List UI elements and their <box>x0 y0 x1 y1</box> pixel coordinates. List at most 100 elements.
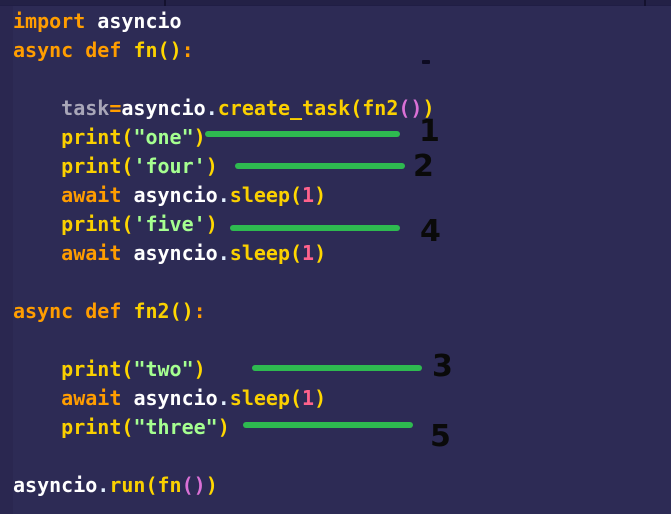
annotation-underline <box>205 131 400 137</box>
code-token-string: "two" <box>133 357 194 381</box>
code-token-bracket1: ( <box>121 415 134 439</box>
code-token-function: print <box>61 212 122 236</box>
code-line: await asyncio.sleep(1) <box>13 384 671 413</box>
code-token-bracket1: ( <box>350 96 363 120</box>
annotation-number: 2 <box>413 149 434 184</box>
code-token-keyword: async <box>13 299 74 323</box>
code-token-accessor: . <box>217 241 230 265</box>
code-token-bracket1: ( <box>121 154 134 178</box>
code-token-keyword: await <box>61 241 122 265</box>
code-token-function: print <box>61 125 122 149</box>
code-token-bracket2: () <box>181 473 206 497</box>
code-token-accessor: . <box>217 386 230 410</box>
code-token-keyword: async <box>13 38 74 62</box>
code-token-accessor: . <box>97 473 110 497</box>
code-token-bracket1: ) <box>205 154 218 178</box>
code-token-string: "one" <box>133 125 194 149</box>
code-line: task=asyncio.create_task(fn2()) <box>13 94 671 123</box>
code-token-keyword: def <box>85 299 122 323</box>
code-token-plain: asyncio <box>133 241 218 265</box>
editor-window: import asyncio async def fn(): task=async… <box>0 0 671 514</box>
code-token-function: print <box>61 154 122 178</box>
editor-tab-strip[interactable] <box>0 0 671 6</box>
code-token-function: create_task <box>217 96 351 120</box>
stray-mark <box>422 60 430 64</box>
annotation-number: 5 <box>430 419 451 454</box>
code-token-bracket1: ) <box>193 125 206 149</box>
annotation-underline <box>235 163 405 169</box>
code-token-bracket1: ( <box>290 386 303 410</box>
code-token-bracket1: ( <box>121 125 134 149</box>
code-token-bracket1: ) <box>205 473 218 497</box>
code-token-string: 'five' <box>133 212 206 236</box>
code-token-keyword: def <box>85 38 122 62</box>
code-token-plain: asyncio <box>133 183 218 207</box>
code-token-bracket1: ( <box>290 183 303 207</box>
tab-divider <box>644 0 646 6</box>
code-token-function: sleep <box>229 183 290 207</box>
code-token-bracket1: () <box>169 299 194 323</box>
code-token-function: print <box>61 415 122 439</box>
code-token-function: sleep <box>229 386 290 410</box>
code-token-accessor: . <box>205 96 218 120</box>
code-token-number: 1 <box>302 183 315 207</box>
code-token-bracket1: ( <box>121 357 134 381</box>
code-token-bracket1: () <box>157 38 182 62</box>
code-token-plain: asyncio <box>13 473 98 497</box>
code-token-keyword: await <box>61 386 122 410</box>
code-line: print("one") <box>13 123 671 152</box>
code-line: asyncio.run(fn()) <box>13 471 671 500</box>
code-token-plain: asyncio <box>133 386 218 410</box>
code-token-function: fn2 <box>133 299 170 323</box>
tab-divider <box>164 0 166 6</box>
code-token-bracket1: ) <box>314 183 327 207</box>
code-token-keyword: import <box>13 9 86 33</box>
code-token-number: 1 <box>302 386 315 410</box>
code-line: async def fn(): <box>13 36 671 65</box>
code-token-variable: task <box>61 96 110 120</box>
code-token-bracket1: ) <box>205 212 218 236</box>
code-token-bracket1: ) <box>314 386 327 410</box>
annotation-number: 1 <box>419 114 440 149</box>
code-token-bracket1: ) <box>314 241 327 265</box>
code-token-plain: asyncio <box>97 9 182 33</box>
code-token-operator: : <box>181 38 194 62</box>
code-token-string: 'four' <box>133 154 206 178</box>
code-line: import asyncio <box>13 7 671 36</box>
code-token-bracket1: ( <box>121 212 134 236</box>
code-line: await asyncio.sleep(1) <box>13 239 671 268</box>
annotation-number: 4 <box>420 214 441 249</box>
code-token-keyword: await <box>61 183 122 207</box>
code-token-string: "three" <box>133 415 218 439</box>
code-token-accessor: . <box>217 183 230 207</box>
code-token-bracket1: ( <box>290 241 303 265</box>
code-token-function: print <box>61 357 122 381</box>
code-token-bracket1: ) <box>217 415 230 439</box>
annotation-underline <box>230 225 400 231</box>
annotation-number: 3 <box>432 349 453 384</box>
code-line: async def fn2(): <box>13 297 671 326</box>
code-token-operator: : <box>193 299 206 323</box>
code-token-function: fn2 <box>362 96 399 120</box>
annotation-underline <box>252 365 422 371</box>
code-token-function: run <box>109 473 146 497</box>
code-line: await asyncio.sleep(1) <box>13 181 671 210</box>
